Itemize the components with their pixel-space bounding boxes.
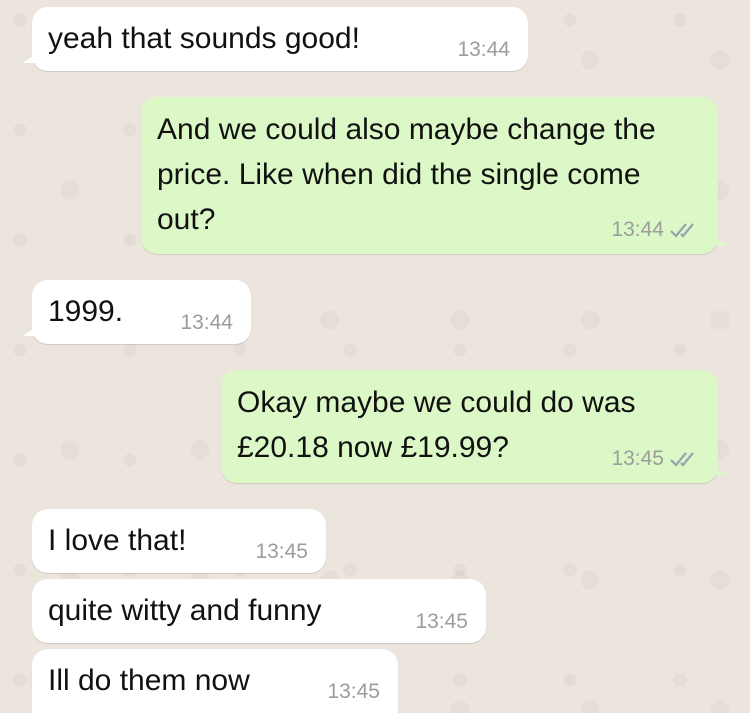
message-bubble-incoming[interactable]: quite witty and funny 13:45 [32, 579, 486, 643]
message-time: 13:45 [327, 680, 380, 703]
message-time: 13:44 [457, 38, 510, 61]
message-meta: 13:45 [415, 610, 468, 634]
message-meta: 13:44 [611, 218, 700, 242]
message-time: 13:45 [611, 447, 664, 470]
message-time: 13:45 [255, 540, 308, 563]
message-bubble-incoming[interactable]: Ill do them now 13:45 [32, 649, 398, 713]
message-text: yeah that sounds good! [48, 22, 360, 55]
message-meta: 13:45 [327, 680, 380, 704]
message-time: 13:45 [415, 610, 468, 633]
message-meta: 13:45 [255, 540, 308, 564]
message-bubble-outgoing[interactable]: And we could also maybe change the price… [141, 97, 727, 254]
message-time: 13:44 [611, 218, 664, 241]
message-time: 13:44 [180, 311, 233, 334]
message-meta: 13:45 [611, 447, 700, 471]
message-text: And we could also maybe change the price… [157, 113, 656, 236]
message-meta: 13:44 [180, 311, 233, 335]
message-bubble-outgoing[interactable]: Okay maybe we could do was £20.18 now £1… [221, 370, 727, 483]
message-bubble-incoming[interactable]: 1999. 13:44 [23, 280, 251, 344]
message-meta: 13:44 [457, 38, 510, 62]
message-bubble-incoming[interactable]: yeah that sounds good! 13:44 [23, 7, 528, 71]
read-ticks-icon [670, 450, 700, 468]
read-ticks-icon [670, 221, 700, 239]
message-bubble-incoming[interactable]: I love that! 13:45 [32, 509, 326, 573]
